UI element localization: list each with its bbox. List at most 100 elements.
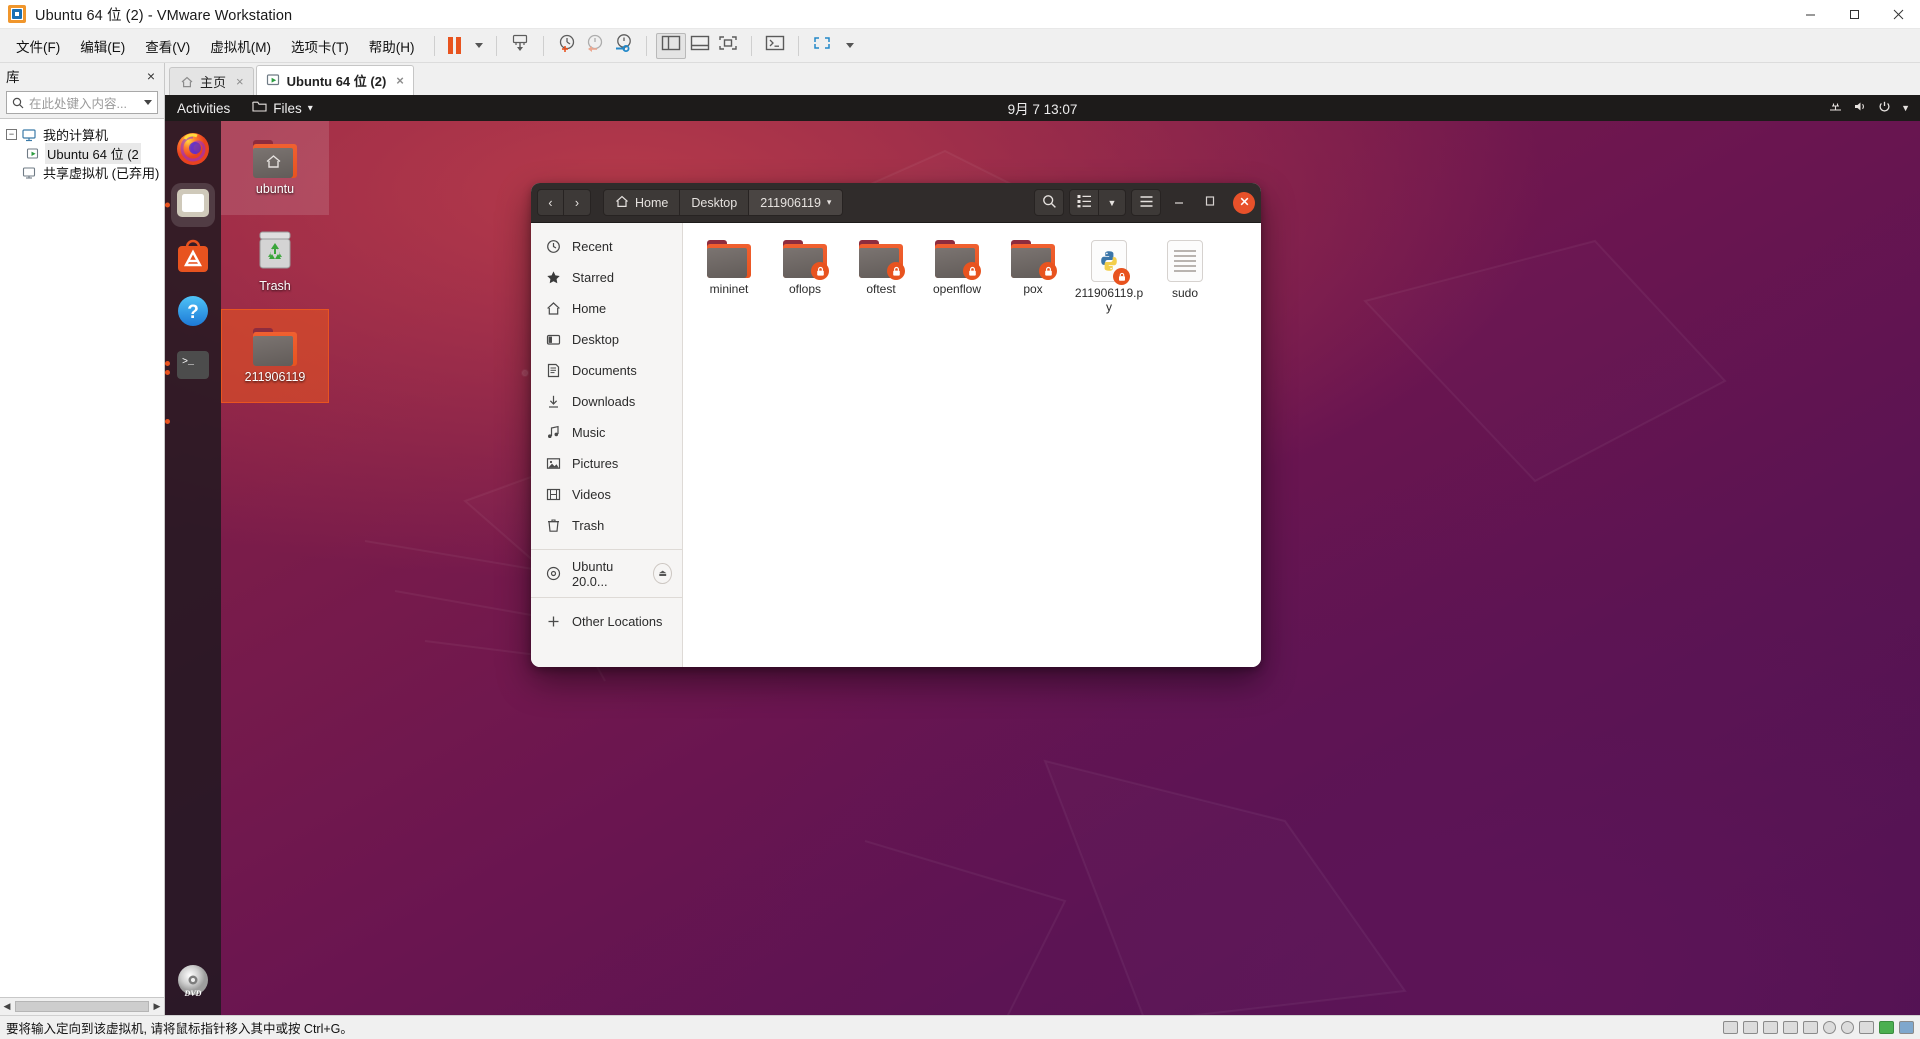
clock[interactable]: 9月 7 13:07 (165, 98, 1920, 118)
menu-vm[interactable]: 虚拟机(M) (200, 31, 281, 61)
usb-icon[interactable] (1783, 1021, 1798, 1034)
scroll-left-icon[interactable]: ◀ (0, 1001, 14, 1012)
sidebar-item-videos[interactable]: Videos (531, 479, 682, 510)
message-log-icon[interactable] (1899, 1021, 1914, 1034)
file-item-pox[interactable]: pox (995, 235, 1071, 320)
cd-drive-icon[interactable] (1743, 1021, 1758, 1034)
window-minimize-button[interactable] (1788, 0, 1832, 29)
files-content-grid[interactable]: mininet oflops oftest openflow pox 21190… (683, 223, 1261, 667)
library-horizontal-scrollbar[interactable]: ◀ ▶ (0, 997, 164, 1015)
sidebar-item-downloads[interactable]: Downloads (531, 386, 682, 417)
hamburger-menu-button[interactable] (1131, 189, 1161, 216)
dock-item-help[interactable]: ? (171, 291, 215, 335)
unity-mode-button[interactable] (761, 33, 789, 59)
dock-item-dvd[interactable]: DVD (171, 961, 215, 1005)
tab-close-icon[interactable]: × (236, 74, 244, 89)
tree-item-ubuntu-vm[interactable]: Ubuntu 64 位 (2 (0, 143, 164, 164)
file-item-oflops[interactable]: oflops (767, 235, 843, 320)
maximize-button[interactable] (1197, 190, 1223, 216)
library-search-input[interactable]: 在此处键入内容... (6, 91, 158, 114)
close-button[interactable] (1233, 191, 1255, 214)
eject-button[interactable]: ⏏ (653, 563, 672, 584)
file-item-openflow[interactable]: openflow (919, 235, 995, 320)
sidebar-item-home[interactable]: Home (531, 293, 682, 324)
snapshot-manager-button[interactable] (609, 33, 637, 59)
sidebar-item-desktop[interactable]: Desktop (531, 324, 682, 355)
sidebar-item-ubuntu-disc[interactable]: Ubuntu 20.0... ⏏ (531, 558, 682, 589)
window-maximize-button[interactable] (1832, 0, 1876, 29)
dock-item-running-indicator[interactable] (165, 399, 215, 443)
sidebar-item-other-locations[interactable]: Other Locations (531, 606, 682, 637)
desktop-icon-trash[interactable]: Trash (221, 215, 329, 309)
hard-disk-icon[interactable] (1723, 1021, 1738, 1034)
view-options-dropdown[interactable]: ▼ (1099, 189, 1126, 216)
search-button[interactable] (1034, 189, 1064, 216)
breadcrumb-home[interactable]: Home (603, 189, 681, 216)
sound-card-icon[interactable] (1803, 1021, 1818, 1034)
file-item-mininet[interactable]: mininet (691, 235, 767, 320)
take-snapshot-button[interactable] (553, 33, 581, 59)
file-item-211906119-py[interactable]: 211906119.py (1071, 235, 1147, 320)
tree-item-shared-vms[interactable]: 共享虚拟机 (已弃用) (0, 163, 164, 182)
send-ctrl-alt-del-button[interactable] (506, 33, 534, 59)
vm-console[interactable]: Activities Files ▾ 9月 7 13:07 ▼ ? >_ DVD… (165, 95, 1920, 1015)
breadcrumb-current[interactable]: 211906119 ▾ (749, 189, 844, 216)
view-list-button[interactable] (1069, 189, 1099, 216)
power-dropdown[interactable] (465, 33, 487, 59)
suspend-button[interactable] (444, 33, 465, 59)
tab-label: Ubuntu 64 位 (2) (286, 74, 387, 89)
tree-item-my-computer[interactable]: − 我的计算机 (0, 125, 164, 144)
window-close-button[interactable] (1876, 0, 1920, 29)
scroll-thumb[interactable] (15, 1001, 149, 1012)
tab-close-icon[interactable]: × (396, 73, 404, 88)
show-library-button[interactable] (655, 32, 686, 59)
breadcrumb-desktop[interactable]: Desktop (680, 189, 750, 216)
ubuntu-desktop[interactable]: ? >_ DVD ubuntu Trash 211906119 ‹ › Home… (165, 121, 1920, 1015)
tab-ubuntu-vm[interactable]: Ubuntu 64 位 (2) × (255, 65, 414, 95)
scroll-right-icon[interactable]: ▶ (150, 1001, 164, 1012)
fullscreen-button[interactable] (808, 33, 836, 59)
bluetooth-icon[interactable] (1859, 1021, 1874, 1034)
menu-edit[interactable]: 编辑(E) (70, 31, 135, 61)
dock-item-files[interactable] (171, 183, 215, 227)
dock-item-terminal[interactable]: >_ (165, 345, 215, 389)
sidebar-item-trash[interactable]: Trash (531, 510, 682, 541)
volume-icon[interactable] (1853, 100, 1868, 116)
forward-button[interactable]: › (564, 189, 591, 216)
sidebar-item-starred[interactable]: Starred (531, 262, 682, 293)
library-close-button[interactable]: × (144, 68, 158, 84)
desktop-icon-211906119[interactable]: 211906119 (221, 309, 329, 403)
menu-view[interactable]: 查看(V) (135, 31, 200, 61)
sidebar-item-recent[interactable]: Recent (531, 231, 682, 262)
sidebar-item-music[interactable]: Music (531, 417, 682, 448)
desktop-icon-ubuntu[interactable]: ubuntu (221, 121, 329, 215)
menu-file[interactable]: 文件(F) (6, 31, 70, 61)
menu-help[interactable]: 帮助(H) (359, 31, 425, 61)
printer-icon[interactable] (1823, 1021, 1836, 1034)
menu-tabs[interactable]: 选项卡(T) (281, 31, 359, 61)
power-status-icon[interactable] (1879, 1021, 1894, 1034)
power-icon[interactable] (1878, 100, 1891, 116)
network-adapter-icon[interactable] (1763, 1021, 1778, 1034)
tree-expander-icon[interactable]: − (6, 129, 17, 140)
home-icon (179, 74, 194, 89)
file-item-sudo[interactable]: sudo (1147, 235, 1223, 320)
dock-item-software[interactable] (171, 237, 215, 281)
file-item-oftest[interactable]: oftest (843, 235, 919, 320)
sidebar-item-pictures[interactable]: Pictures (531, 448, 682, 479)
dock-item-firefox[interactable] (171, 129, 215, 173)
back-button[interactable]: ‹ (537, 189, 564, 216)
fullscreen-dropdown[interactable] (836, 33, 858, 59)
tab-home[interactable]: 主页 × (169, 67, 254, 95)
minimize-button[interactable] (1166, 190, 1192, 216)
app-menu-button[interactable]: Files ▾ (252, 100, 313, 116)
chevron-down-icon[interactable]: ▼ (1901, 103, 1910, 113)
revert-snapshot-button[interactable] (581, 33, 609, 59)
activities-button[interactable]: Activities (177, 101, 230, 116)
show-console-view-button[interactable] (714, 33, 742, 59)
network-icon[interactable] (1828, 100, 1843, 116)
sidebar-item-documents[interactable]: Documents (531, 355, 682, 386)
chevron-down-icon[interactable] (144, 100, 152, 105)
show-thumbnail-bar-button[interactable] (686, 33, 714, 59)
display-icon[interactable] (1841, 1021, 1854, 1034)
